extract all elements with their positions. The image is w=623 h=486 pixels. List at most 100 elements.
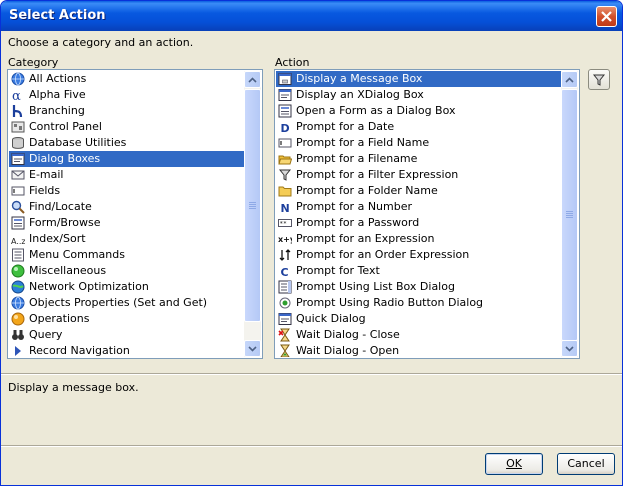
action-item-label: Prompt for a Password <box>296 216 420 229</box>
category-item-label: Record Navigation <box>29 344 130 357</box>
action-item-label: Wait Dialog - Open <box>296 344 400 357</box>
action-list-item[interactable]: Open a Form as a Dialog Box <box>276 103 561 119</box>
action-list-item[interactable]: Prompt for a Filter Expression <box>276 167 561 183</box>
action-item-label: Display an XDialog Box <box>296 88 424 101</box>
close-button[interactable] <box>596 6 617 27</box>
category-list-item[interactable]: Network Optimization <box>9 279 244 295</box>
chevron-down-icon <box>248 345 257 352</box>
action-item-label: Prompt for a Filename <box>296 152 418 165</box>
category-item-label: Operations <box>29 312 90 325</box>
action-list-item[interactable]: Wait Dialog - Open <box>276 343 561 357</box>
category-list-item[interactable]: Dialog Boxes <box>9 151 244 167</box>
category-scrollbar[interactable] <box>244 71 261 357</box>
action-item-label: Prompt for a Filter Expression <box>296 168 459 181</box>
category-list-item[interactable]: Fields <box>9 183 244 199</box>
category-list-item[interactable]: Branching <box>9 103 244 119</box>
action-list-item[interactable]: Prompt for a Filename <box>276 151 561 167</box>
action-list-item[interactable]: Prompt Using Radio Button Dialog <box>276 295 561 311</box>
category-list-item[interactable]: All Actions <box>9 71 244 87</box>
action-scrollbar[interactable] <box>561 71 578 357</box>
svg-text:C: C <box>281 266 289 278</box>
action-list-item[interactable]: D Prompt for a Date <box>276 119 561 135</box>
action-list-item[interactable]: Prompt Using List Box Dialog <box>276 279 561 295</box>
action-list-item[interactable]: Quick Dialog <box>276 311 561 327</box>
listbox-icon <box>277 279 293 295</box>
chevron-up-icon <box>248 76 257 83</box>
category-list-item[interactable]: Query <box>9 327 244 343</box>
svg-text:α: α <box>12 89 21 102</box>
category-list-item[interactable]: Menu Commands <box>9 247 244 263</box>
letter-n-icon: N <box>277 199 293 215</box>
category-list-item[interactable]: Find/Locate <box>9 199 244 215</box>
category-label: Category <box>8 56 59 69</box>
dialog-icon <box>277 311 293 327</box>
action-scroll-down-button[interactable] <box>561 340 578 357</box>
action-listbox[interactable]: Display a Message Box Display an XDialog … <box>274 69 580 359</box>
action-item-label: Prompt Using List Box Dialog <box>296 280 455 293</box>
action-list-item[interactable]: Prompt for a Folder Name <box>276 183 561 199</box>
password-icon: ** <box>277 215 293 231</box>
database-icon <box>10 135 26 151</box>
category-list-item[interactable]: Database Utilities <box>9 135 244 151</box>
category-item-label: Miscellaneous <box>29 264 107 277</box>
category-scroll-up-button[interactable] <box>244 71 261 88</box>
cancel-button-label: Cancel <box>567 457 605 470</box>
action-item-label: Prompt for an Expression <box>296 232 435 245</box>
select-action-dialog: Select Action Choose a category and an a… <box>0 0 623 486</box>
action-list-item[interactable]: Display an XDialog Box <box>276 87 561 103</box>
category-list-item[interactable]: α Alpha Five <box>9 87 244 103</box>
category-list-item[interactable]: Record Navigation <box>9 343 244 357</box>
category-list-item[interactable]: E-mail <box>9 167 244 183</box>
letter-c-icon: C <box>277 263 293 279</box>
folder-open-icon <box>277 151 293 167</box>
category-list-item[interactable]: Control Panel <box>9 119 244 135</box>
filter-button[interactable] <box>588 69 610 90</box>
action-scroll-up-button[interactable] <box>561 71 578 88</box>
svg-text:D: D <box>281 122 290 134</box>
dialog-icon <box>10 151 26 167</box>
category-list-item[interactable]: Miscellaneous <box>9 263 244 279</box>
field-icon <box>10 183 26 199</box>
action-item-label: Prompt Using Radio Button Dialog <box>296 296 484 309</box>
separator <box>1 373 622 375</box>
category-item-label: E-mail <box>29 168 64 181</box>
svg-text:x+y: x+y <box>278 235 292 244</box>
instruction-text: Choose a category and an action. <box>8 36 194 49</box>
action-list-item[interactable]: N Prompt for a Number <box>276 199 561 215</box>
title-bar[interactable]: Select Action <box>1 1 622 31</box>
misc-icon <box>10 263 26 279</box>
ok-button[interactable]: OK <box>485 453 543 475</box>
category-item-label: Control Panel <box>29 120 102 133</box>
category-scroll-thumb[interactable] <box>244 89 261 322</box>
sort-az-icon: A..z <box>10 231 26 247</box>
category-list-item[interactable]: Objects Properties (Set and Get) <box>9 295 244 311</box>
close-icon <box>601 11 612 22</box>
action-scroll-thumb[interactable] <box>561 89 578 341</box>
action-list-item[interactable]: Prompt for an Order Expression <box>276 247 561 263</box>
cancel-button[interactable]: Cancel <box>557 453 615 475</box>
action-list-item[interactable]: ** Prompt for a Password <box>276 215 561 231</box>
category-listbox[interactable]: All Actions α Alpha Five Branching Control P… <box>7 69 263 359</box>
radio-icon <box>277 295 293 311</box>
email-icon <box>10 167 26 183</box>
binoculars-icon <box>10 327 26 343</box>
category-scroll-down-button[interactable] <box>244 340 261 357</box>
category-item-label: Dialog Boxes <box>29 152 101 165</box>
find-icon <box>10 199 26 215</box>
action-list-item[interactable]: Display a Message Box <box>276 71 561 87</box>
category-item-label: Branching <box>29 104 85 117</box>
action-list-item[interactable]: Wait Dialog - Close <box>276 327 561 343</box>
category-list-item[interactable]: A..z Index/Sort <box>9 231 244 247</box>
globe-icon <box>10 71 26 87</box>
category-item-label: Network Optimization <box>29 280 149 293</box>
action-item-label: Prompt for an Order Expression <box>296 248 470 261</box>
hourglass-close-icon <box>277 327 293 343</box>
hourglass-icon <box>277 343 293 357</box>
arrow-right-icon <box>10 343 26 357</box>
action-list-item[interactable]: C Prompt for Text <box>276 263 561 279</box>
category-list-item[interactable]: Form/Browse <box>9 215 244 231</box>
chevron-up-icon <box>565 76 574 83</box>
action-list-item[interactable]: x+y Prompt for an Expression <box>276 231 561 247</box>
category-list-item[interactable]: Operations <box>9 311 244 327</box>
action-list-item[interactable]: Prompt for a Field Name <box>276 135 561 151</box>
